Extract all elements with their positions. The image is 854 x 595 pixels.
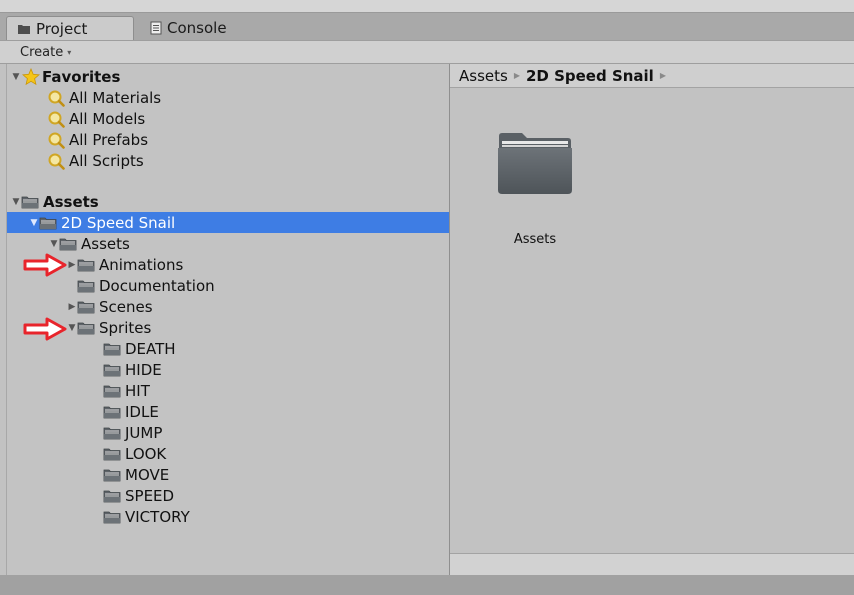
tree-item-label: HIT: [125, 381, 150, 400]
tree-item-sprites[interactable]: ▼ Sprites: [67, 317, 152, 338]
tree-item-label: Sprites: [99, 318, 152, 337]
folder-icon: [77, 300, 95, 314]
folder-icon: [77, 279, 95, 293]
tree-item-label: Assets: [81, 234, 130, 253]
search-filter-icon: [47, 131, 65, 149]
tree-item-assets-sub[interactable]: ▼ Assets: [49, 233, 130, 254]
star-icon: [22, 67, 40, 85]
breadcrumb-separator-icon: ▶: [659, 71, 666, 80]
tab-console-label: Console: [167, 19, 227, 37]
folder-icon: [39, 216, 57, 230]
folder-icon: [21, 195, 39, 209]
tree-item-selected[interactable]: ▼ 2D Speed Snail: [7, 212, 450, 233]
project-content-panel: Assets ▶ 2D Speed Snail ▶ Assets: [450, 64, 854, 576]
expand-triangle-icon[interactable]: ▼: [67, 323, 77, 333]
search-filter-icon: [47, 110, 65, 128]
tree-item-label: 2D Speed Snail: [61, 213, 176, 232]
favorites-item-label: All Materials: [69, 88, 162, 107]
favorites-item[interactable]: All Scripts: [47, 150, 144, 171]
create-button[interactable]: Create ▾: [14, 43, 77, 62]
window-top-strip: [0, 0, 854, 13]
search-filter-icon: [47, 152, 65, 170]
tab-console[interactable]: Console: [140, 16, 260, 40]
tree-item-favorites[interactable]: ▼ Favorites: [11, 66, 120, 87]
tree-item-label: HIDE: [125, 360, 162, 379]
favorites-item-label: All Scripts: [69, 151, 144, 170]
tree-item-sprite-folder[interactable]: DEATH: [103, 338, 176, 359]
folder-icon: [103, 510, 121, 524]
expand-triangle-icon[interactable]: ▼: [11, 197, 21, 207]
breadcrumb-separator-icon: ▶: [513, 71, 520, 80]
breadcrumb: Assets ▶ 2D Speed Snail ▶: [450, 64, 854, 88]
collapse-triangle-icon[interactable]: ▶: [67, 302, 77, 312]
favorites-item[interactable]: All Prefabs: [47, 129, 148, 150]
tree-item-animations[interactable]: ▶ Animations: [67, 254, 184, 275]
tree-item-label: Animations: [99, 255, 184, 274]
favorites-item-label: All Models: [69, 109, 146, 128]
annotation-arrow-icon: [23, 253, 67, 277]
search-filter-icon: [47, 89, 65, 107]
folder-icon: [59, 237, 77, 251]
folder-icon: [77, 258, 95, 272]
favorites-item[interactable]: All Models: [47, 108, 145, 129]
expand-triangle-icon[interactable]: ▼: [29, 218, 39, 228]
asset-folder-label[interactable]: Assets: [496, 232, 574, 247]
tree-item-label: MOVE: [125, 465, 170, 484]
tree-item-sprite-folder[interactable]: VICTORY: [103, 506, 190, 527]
favorites-item-label: All Prefabs: [69, 130, 149, 149]
tree-item-sprite-folder[interactable]: LOOK: [103, 443, 166, 464]
folder-icon: [103, 489, 121, 503]
folder-icon: [103, 384, 121, 398]
tree-item-label: JUMP: [125, 423, 163, 442]
tree-item-label: SPEED: [125, 486, 175, 505]
breadcrumb-current[interactable]: 2D Speed Snail: [526, 67, 654, 85]
console-icon: [150, 21, 162, 35]
folder-tab-icon: [18, 24, 30, 34]
tree-item-label: IDLE: [125, 402, 159, 421]
tree-item-label: Assets: [43, 192, 99, 211]
folder-icon: [103, 363, 121, 377]
tree-item-label: LOOK: [125, 444, 167, 463]
tree-item-sprite-folder[interactable]: JUMP: [103, 422, 162, 443]
folder-icon: [103, 342, 121, 356]
tree-item-sprite-folder[interactable]: SPEED: [103, 485, 174, 506]
tree-item-assets-root[interactable]: ▼ Assets: [11, 191, 99, 212]
expand-triangle-icon[interactable]: ▼: [49, 239, 59, 249]
tree-item-label: Scenes: [99, 297, 153, 316]
tree-item-label: DEATH: [125, 339, 176, 358]
tree-item-sprite-folder[interactable]: HIT: [103, 380, 150, 401]
collapse-triangle-icon[interactable]: ▶: [67, 260, 77, 270]
expand-triangle-icon[interactable]: ▼: [11, 72, 21, 82]
favorites-label: Favorites: [42, 67, 121, 86]
tab-project-label: Project: [36, 19, 88, 38]
content-footer-bar: [450, 553, 854, 576]
tab-project[interactable]: Project: [6, 16, 134, 40]
tree-item-sprite-folder[interactable]: HIDE: [103, 359, 162, 380]
folder-icon: [103, 426, 121, 440]
status-bar: [0, 575, 854, 595]
tree-item-label: Documentation: [99, 276, 215, 295]
folder-icon: [103, 468, 121, 482]
folder-icon: [103, 405, 121, 419]
annotation-arrow-icon: [23, 317, 67, 341]
breadcrumb-root[interactable]: Assets: [459, 67, 508, 85]
create-button-label: Create: [20, 45, 64, 60]
folder-icon: [103, 447, 121, 461]
assets-folder-icon[interactable]: [496, 130, 574, 196]
favorites-item[interactable]: All Materials: [47, 87, 161, 108]
chevron-down-icon: ▾: [67, 48, 72, 57]
project-tree-panel: ▼ Favorites All Materials All Models All…: [6, 64, 450, 575]
tab-bar: Project Console: [0, 13, 854, 40]
tree-item-sprite-folder[interactable]: MOVE: [103, 464, 169, 485]
project-toolbar: Create ▾: [0, 40, 854, 64]
folder-icon: [77, 321, 95, 335]
tree-item-scenes[interactable]: ▶ Scenes: [67, 296, 153, 317]
tree-item-label: VICTORY: [125, 507, 190, 526]
tree-item-documentation[interactable]: Documentation: [67, 275, 215, 296]
tree-item-sprite-folder[interactable]: IDLE: [103, 401, 159, 422]
